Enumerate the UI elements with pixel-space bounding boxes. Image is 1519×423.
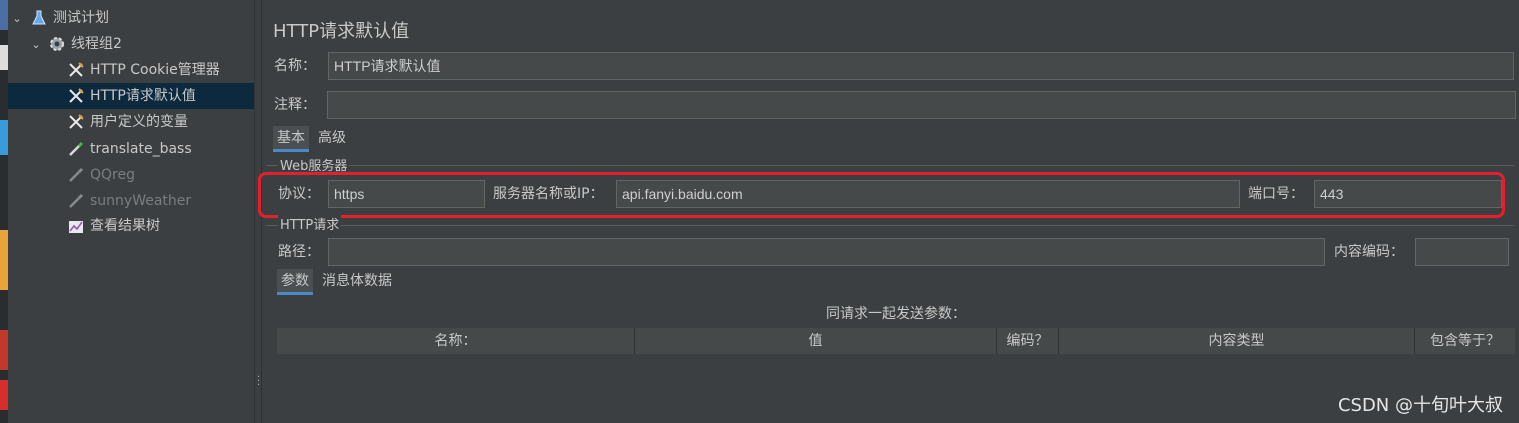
tree-item-label: 查看结果树 — [90, 218, 160, 234]
params-caption: 同请求一起发送参数： — [826, 306, 966, 322]
tree-item-label: HTTP Cookie管理器 — [90, 62, 220, 78]
column-header-content-type[interactable]: 内容类型 — [1059, 328, 1415, 354]
page-title: HTTP请求默认值 — [273, 21, 410, 42]
tree-item-test-plan[interactable]: 测试计划 — [30, 5, 109, 31]
flask-icon — [30, 9, 48, 27]
comment-field[interactable] — [327, 91, 1516, 119]
group-border — [266, 165, 1514, 166]
test-plan-tree: ⌄ 测试计划 ⌄ 线程组2 HTTP Cookie管理器 HTTP请求默认值 用… — [8, 0, 254, 423]
tree-item-translate-bass[interactable]: translate_bass — [67, 136, 192, 162]
tree-item-qqreg[interactable]: QQreg — [67, 162, 135, 188]
tree-item-thread-group[interactable]: 线程组2 — [48, 31, 122, 57]
tree-item-label: 用户定义的变量 — [90, 114, 188, 130]
tree-item-label: QQreg — [90, 167, 135, 183]
chevron-down-icon[interactable]: ⌄ — [10, 5, 24, 31]
tree-item-results-tree[interactable]: 查看结果树 — [67, 213, 160, 239]
tab-basic[interactable]: 基本 — [273, 126, 309, 152]
tab-parameters[interactable]: 参数 — [277, 269, 313, 295]
column-header-value[interactable]: 值 — [635, 328, 997, 354]
content-encoding-field[interactable] — [1415, 238, 1509, 266]
tree-item-label: sunnyWeather — [90, 193, 192, 209]
name-field[interactable]: HTTP请求默认值 — [328, 52, 1514, 80]
path-field[interactable] — [328, 238, 1325, 266]
group-border — [266, 225, 1514, 226]
tree-item-sunny-weather[interactable]: sunnyWeather — [67, 188, 191, 214]
tree-item-label: 线程组2 — [71, 36, 122, 52]
tree-item-label: HTTP请求默认值 — [90, 88, 196, 104]
wrench-icon — [67, 87, 85, 105]
column-header-include-equals[interactable]: 包含等于？ — [1415, 328, 1515, 354]
highlight-annotation-box — [258, 172, 1505, 218]
chart-icon — [67, 217, 85, 235]
tab-body-data[interactable]: 消息体数据 — [318, 269, 396, 295]
column-header-name[interactable]: 名称： — [277, 328, 635, 354]
pipette-icon — [67, 140, 85, 158]
comment-label: 注释： — [274, 97, 316, 113]
wrench-icon — [67, 61, 85, 79]
gear-icon — [48, 35, 66, 53]
http-defaults-panel: HTTP请求默认值 名称： HTTP请求默认值 注释： 基本 高级 Web服务器… — [258, 0, 1519, 423]
params-table-header: 名称： 值 编码？ 内容类型 包含等于？ — [277, 328, 1515, 354]
tree-item-cookie-manager[interactable]: HTTP Cookie管理器 — [67, 57, 220, 83]
pipette-icon — [67, 166, 85, 184]
tree-item-label: 测试计划 — [53, 10, 109, 26]
drag-handle-icon[interactable]: · · · — [257, 373, 260, 391]
path-label: 路径： — [278, 244, 320, 260]
pipette-icon — [67, 192, 85, 210]
tree-item-http-defaults[interactable]: HTTP请求默认值 — [8, 83, 254, 109]
chevron-down-icon[interactable]: ⌄ — [29, 31, 43, 57]
desktop-edge-strip — [0, 0, 8, 423]
http-request-group-title: HTTP请求 — [278, 214, 342, 233]
tree-item-user-variables[interactable]: 用户定义的变量 — [67, 109, 188, 135]
tree-item-label: translate_bass — [90, 141, 192, 157]
column-header-encode[interactable]: 编码？ — [997, 328, 1059, 354]
content-encoding-label: 内容编码： — [1334, 244, 1404, 260]
wrench-icon — [67, 113, 85, 131]
tab-advanced[interactable]: 高级 — [314, 126, 350, 152]
watermark-text: CSDN @十旬叶大叔 — [1337, 395, 1503, 416]
name-label: 名称： — [274, 58, 316, 74]
